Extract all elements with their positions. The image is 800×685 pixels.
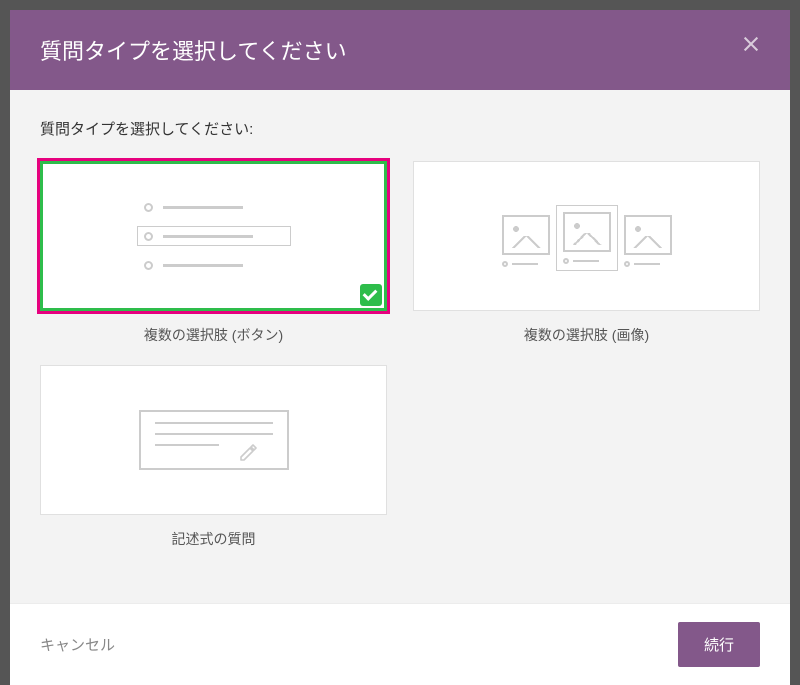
option-essay: 記述式の質問 xyxy=(40,365,387,549)
options-grid: 複数の選択肢 (ボタン) xyxy=(40,161,760,549)
option-label: 記述式の質問 xyxy=(172,529,256,549)
option-card-multiple-choice-image[interactable] xyxy=(413,161,760,311)
question-type-modal: 質問タイプを選択してください 質問タイプを選択してください: 複数の選択肢 (ボ… xyxy=(10,10,790,685)
modal-body: 質問タイプを選択してください: 複数の選択肢 (ボタン) xyxy=(10,90,790,603)
pencil-icon xyxy=(239,444,255,460)
prompt-text: 質問タイプを選択してください: xyxy=(40,118,760,139)
cancel-button[interactable]: キャンセル xyxy=(40,634,115,655)
option-multiple-choice-image: 複数の選択肢 (画像) xyxy=(413,161,760,345)
option-card-multiple-choice-button[interactable] xyxy=(40,161,387,311)
checkmark-icon xyxy=(360,284,382,306)
multiple-choice-image-icon xyxy=(502,205,672,267)
modal-title: 質問タイプを選択してください xyxy=(40,39,347,64)
option-label: 複数の選択肢 (ボタン) xyxy=(144,325,283,345)
close-icon[interactable] xyxy=(740,32,764,56)
multiple-choice-button-icon xyxy=(144,196,284,276)
modal-header: 質問タイプを選択してください xyxy=(10,10,790,90)
option-multiple-choice-button: 複数の選択肢 (ボタン) xyxy=(40,161,387,345)
modal-footer: キャンセル 続行 xyxy=(10,603,790,685)
continue-button[interactable]: 続行 xyxy=(678,622,760,667)
option-card-essay[interactable] xyxy=(40,365,387,515)
option-label: 複数の選択肢 (画像) xyxy=(524,325,649,345)
essay-icon xyxy=(139,410,289,470)
